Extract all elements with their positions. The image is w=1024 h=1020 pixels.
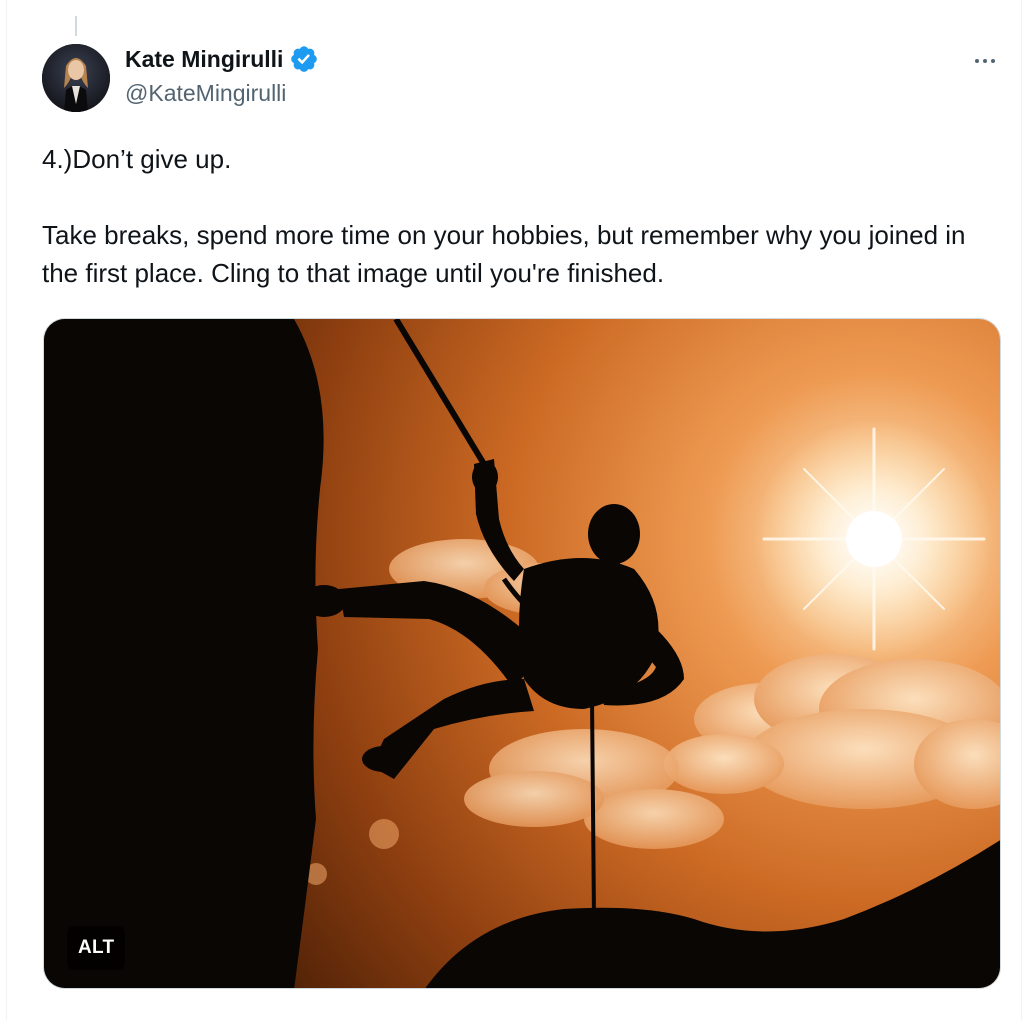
tweet-text: 4.)Don’t give up. Take breaks, spend mor… [42, 140, 992, 292]
climber-silhouette-image [44, 319, 1000, 988]
author-row: Kate Mingirulli [125, 44, 319, 74]
author-name[interactable]: Kate Mingirulli [125, 46, 283, 73]
tweet-paragraph: Take breaks, spend more time on your hob… [42, 220, 966, 288]
thread-connector-line [75, 16, 77, 36]
more-options-icon[interactable] [963, 44, 1007, 78]
verified-badge-icon[interactable] [289, 44, 319, 74]
tweet-image[interactable] [43, 318, 1001, 989]
alt-text-badge[interactable]: ALT [67, 926, 126, 970]
tweet-card: Kate Mingirulli @KateMingirulli 4.)Don’t… [6, 0, 1022, 1020]
tweet-paragraph: 4.)Don’t give up. [42, 144, 232, 174]
author-handle[interactable]: @KateMingirulli [125, 80, 286, 107]
avatar[interactable] [42, 44, 110, 112]
